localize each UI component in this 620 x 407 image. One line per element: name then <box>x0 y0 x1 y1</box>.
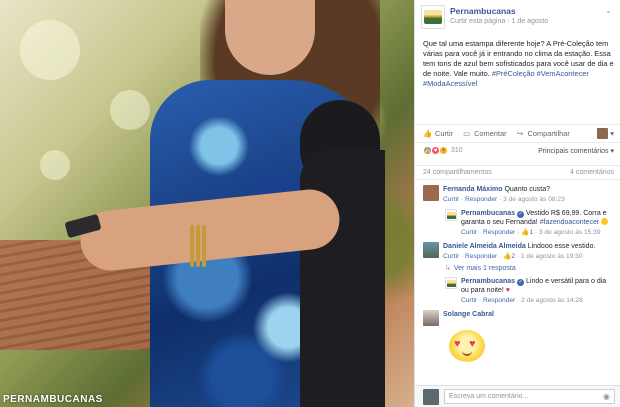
camera-icon[interactable]: ◉ <box>603 392 610 401</box>
avatar <box>597 128 609 139</box>
comment: Daniele Almeida Almeida Lindooo esse ves… <box>423 242 614 261</box>
sticker-mouth <box>462 351 472 356</box>
comment-icon: ▭ <box>463 129 471 138</box>
post-header: Pernambucanas Curtir esta página · 1 de … <box>415 0 620 36</box>
comment-author[interactable]: Daniele Almeida Almeida <box>443 243 526 250</box>
comment-date[interactable]: 2 de agosto às 14:28 <box>521 297 583 304</box>
comment-like-link[interactable]: Curtir <box>461 297 477 304</box>
comment-like-link[interactable]: Curtir <box>461 229 477 236</box>
comment-meta: Curtir · Responder · 2 de agosto às 14:2… <box>461 297 583 304</box>
avatar <box>423 388 439 405</box>
comment-button[interactable]: ▭ Comentar <box>462 129 506 138</box>
post-text: Que tal uma estampa diferente hoje? A Pr… <box>415 36 620 102</box>
comment: Fernanda Máximo Quanto custa? Curtir · R… <box>423 185 614 204</box>
chevron-down-icon[interactable]: ⌄ <box>605 6 612 15</box>
share-label: Compartilhar <box>527 129 570 138</box>
reactions-bar: 👍 ♥ • 310 Principais comentários ▾ <box>415 142 620 158</box>
post-panel: Pernambucanas Curtir esta página · 1 de … <box>414 0 620 407</box>
heart-eye-icon: ♥ <box>469 338 476 350</box>
brand-logo-icon <box>446 279 456 287</box>
comment-reply: Pernambucanas ✓ Vestido R$ 69,99. Corra … <box>445 209 614 237</box>
wow-reaction-icon[interactable]: • <box>439 146 448 155</box>
comment-date[interactable]: 1 de agosto às 19:30 <box>521 253 583 260</box>
photo-bokeh <box>110 90 150 130</box>
comment-input[interactable]: Escreva um comentário... ◉ <box>444 389 615 404</box>
avatar[interactable] <box>423 185 439 201</box>
comments-list: Fernanda Máximo Quanto custa? Curtir · R… <box>415 179 620 362</box>
photo-dress-side <box>300 150 385 407</box>
comment-author[interactable]: Pernambucanas <box>461 210 515 217</box>
share-button[interactable]: ↪ Compartilhar <box>516 129 570 138</box>
comment-meta: Curtir · Responder · 👍1 · 3 de agosto às… <box>461 229 601 236</box>
verified-icon: ✓ <box>517 279 525 286</box>
photo-bokeh <box>20 20 80 80</box>
comment-like-count[interactable]: 2 <box>511 253 515 260</box>
action-bar: 👍 Curtir ▭ Comentar ↪ Compartilhar ▾ <box>415 124 620 142</box>
like-button[interactable]: 👍 Curtir <box>423 129 453 138</box>
comment-meta: Curtir · Responder · 👍2 · 1 de agosto às… <box>443 253 583 260</box>
comment-author[interactable]: Solange Cabral <box>443 311 494 318</box>
comment-text: Quanto custa? <box>504 186 550 193</box>
comment-reply: Pernambucanas ✓ Lindo e versátil para o … <box>445 277 614 305</box>
comment-date[interactable]: 3 de agosto às 15:39 <box>539 229 601 236</box>
comment-reply-link[interactable]: Responder <box>483 297 515 304</box>
reply-arrow-icon: ↳ <box>445 265 451 272</box>
reaction-count[interactable]: 310 <box>451 147 463 154</box>
comment-hashtag[interactable]: #fazendoacontecer <box>540 219 600 226</box>
comments-count[interactable]: 4 comentários <box>570 169 614 176</box>
comment-input-placeholder: Escreva um comentário... <box>449 393 529 400</box>
brand-logo-icon <box>446 211 456 219</box>
avatar[interactable] <box>445 277 457 289</box>
photo-bokeh <box>40 150 70 180</box>
comment: Solange Cabral <box>423 310 614 326</box>
comment-like-link[interactable]: Curtir <box>443 196 459 203</box>
comment-label: Comentar <box>474 129 507 138</box>
post-as-selector[interactable]: ▾ <box>597 128 614 139</box>
comment-author[interactable]: Pernambucanas <box>461 278 515 285</box>
post-photo[interactable]: PERNAMBUCANAS <box>0 0 414 407</box>
page-name[interactable]: Pernambucanas <box>450 6 548 16</box>
page-avatar[interactable] <box>421 5 445 29</box>
comment-reply-link[interactable]: Responder <box>483 229 515 236</box>
brand-logo-icon <box>424 10 442 24</box>
avatar[interactable] <box>423 310 439 326</box>
more-replies-link[interactable]: ↳ Ver mais 1 resposta <box>445 264 614 273</box>
post-meta: Curtir esta página · 1 de agosto <box>450 18 548 25</box>
write-comment-bar: Escreva um comentário... ◉ <box>415 385 620 407</box>
avatar[interactable] <box>445 209 457 221</box>
photo-bracelet <box>196 225 200 267</box>
photo-bracelet <box>202 225 206 267</box>
comment-meta: Curtir · Responder · 3 de agosto às 08:2… <box>443 196 565 203</box>
comment-author[interactable]: Fernanda Máximo <box>443 186 503 193</box>
caret-down-icon: ▾ <box>610 129 614 138</box>
comment-date[interactable]: 3 de agosto às 08:23 <box>503 196 565 203</box>
like-label: Curtir <box>435 129 454 138</box>
comment-text: Lindooo esse vestido. <box>527 243 596 250</box>
heart-emoji-icon: ♥ <box>505 287 510 294</box>
thumbs-up-icon: 👍 <box>423 129 433 138</box>
more-replies-label: Ver mais 1 resposta <box>453 264 516 272</box>
comment-sort-dropdown[interactable]: Principais comentários ▾ <box>538 147 614 155</box>
like-page-link[interactable]: Curtir esta página <box>450 18 505 25</box>
verified-icon: ✓ <box>517 211 525 218</box>
comment-reply-link[interactable]: Responder <box>465 196 497 203</box>
photo-bracelet <box>190 225 194 267</box>
comment-like-count[interactable]: 1 <box>529 229 533 236</box>
comment-like-link[interactable]: Curtir <box>443 253 459 260</box>
shares-count[interactable]: 24 compartilhamentos <box>423 169 492 176</box>
heart-eye-icon: ♥ <box>454 338 461 350</box>
avatar[interactable] <box>423 242 439 258</box>
shares-bar: 24 compartilhamentos 4 comentários <box>415 165 620 179</box>
post-date[interactable]: 1 de agosto <box>512 18 549 25</box>
share-icon: ↪ <box>516 129 524 138</box>
photo-brand-watermark: PERNAMBUCANAS <box>3 394 103 405</box>
smile-emoji-icon <box>601 218 609 225</box>
comment-reply-link[interactable]: Responder <box>465 253 497 260</box>
heart-eyes-sticker: ♥ ♥ <box>449 330 485 362</box>
